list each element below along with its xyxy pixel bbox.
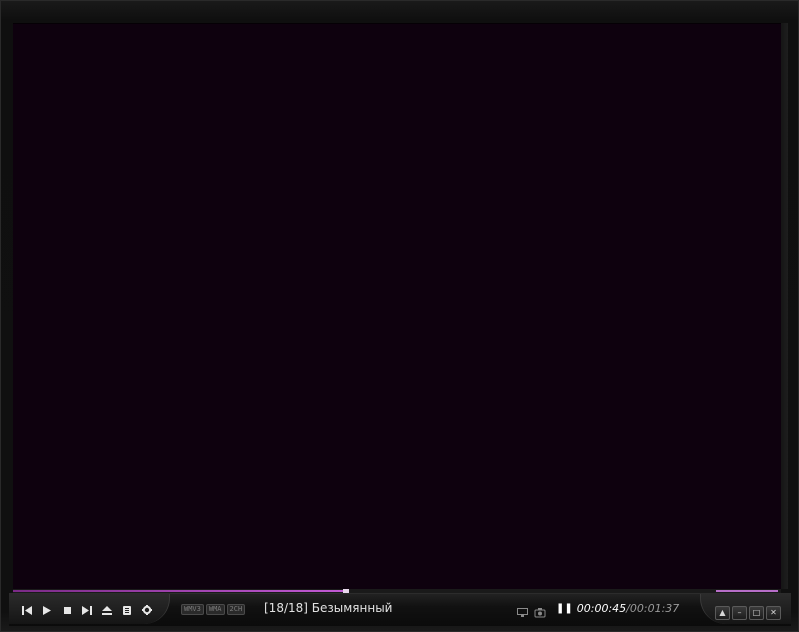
audio-codec-badge: WMA bbox=[205, 604, 225, 615]
stop-button[interactable] bbox=[59, 602, 75, 618]
playback-controls bbox=[9, 594, 170, 624]
volume-bar[interactable] bbox=[716, 590, 778, 592]
play-icon bbox=[43, 605, 51, 615]
player-window: WMV3 WMA 2CH [18/18] Безымянный ❚❚ 00:00… bbox=[0, 0, 799, 632]
control-bar: WMV3 WMA 2CH [18/18] Безымянный ❚❚ 00:00… bbox=[9, 593, 791, 626]
total-time: 00:01:37 bbox=[629, 602, 680, 615]
previous-button[interactable] bbox=[19, 602, 35, 618]
video-area[interactable] bbox=[13, 23, 781, 590]
current-time: 00:00:45 bbox=[576, 602, 627, 615]
close-button[interactable]: ✕ bbox=[766, 606, 781, 620]
ontop-button[interactable]: ▲ bbox=[715, 606, 730, 620]
eject-button[interactable] bbox=[99, 602, 115, 618]
channels-badge: 2CH bbox=[226, 604, 246, 615]
play-button[interactable] bbox=[39, 602, 55, 618]
track-title: [18/18] Безымянный bbox=[264, 601, 393, 615]
minimize-icon: – bbox=[737, 608, 742, 617]
eject-icon bbox=[102, 605, 112, 615]
settings-button[interactable] bbox=[139, 602, 155, 618]
pause-status-icon: ❚❚ bbox=[556, 603, 573, 614]
stop-icon bbox=[63, 606, 71, 614]
next-button[interactable] bbox=[79, 602, 95, 618]
maximize-button[interactable]: □ bbox=[749, 606, 764, 620]
playlist-button[interactable] bbox=[119, 602, 135, 618]
status-icons bbox=[517, 603, 546, 622]
format-badges: WMV3 WMA 2CH bbox=[181, 604, 246, 615]
minimize-button[interactable]: – bbox=[732, 606, 747, 620]
close-icon: ✕ bbox=[770, 608, 777, 617]
maximize-icon: □ bbox=[752, 608, 761, 617]
capture-icon[interactable] bbox=[534, 603, 546, 622]
settings-icon bbox=[142, 605, 152, 615]
ontop-icon: ▲ bbox=[719, 608, 726, 617]
seek-bar-fill bbox=[13, 590, 343, 592]
time-display[interactable]: ❚❚ 00:00:45 / 00:01:37 bbox=[556, 602, 679, 615]
window-frame-edge bbox=[781, 23, 788, 589]
previous-icon bbox=[22, 605, 32, 615]
video-codec-badge: WMV3 bbox=[181, 604, 204, 615]
next-icon bbox=[82, 605, 92, 615]
window-controls: ▲ – □ ✕ bbox=[700, 594, 791, 624]
playlist-icon bbox=[123, 605, 131, 615]
monitor-icon[interactable] bbox=[517, 603, 528, 622]
